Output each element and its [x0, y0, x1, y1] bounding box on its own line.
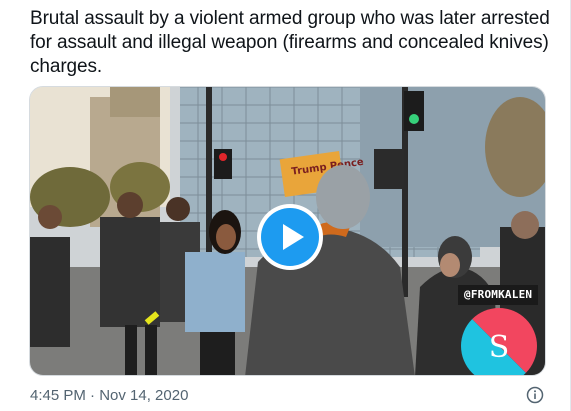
- play-button-circle: [261, 208, 319, 266]
- tweet-card: Brutal assault by a violent armed group …: [0, 0, 571, 411]
- tweet-text: Brutal assault by a violent armed group …: [30, 8, 550, 77]
- play-button[interactable]: [257, 204, 323, 270]
- play-icon: [282, 224, 304, 250]
- watermark-logo-letter: S: [489, 330, 510, 365]
- tweet-timestamp[interactable]: 4:45 PM · Nov 14, 2020: [30, 386, 188, 406]
- watermark-handle: @FROMKALEN: [458, 285, 539, 305]
- video-player[interactable]: Trump Pence @FROMKALEN S: [29, 86, 546, 376]
- watermark-logo: S: [461, 308, 537, 375]
- info-icon[interactable]: [526, 386, 544, 404]
